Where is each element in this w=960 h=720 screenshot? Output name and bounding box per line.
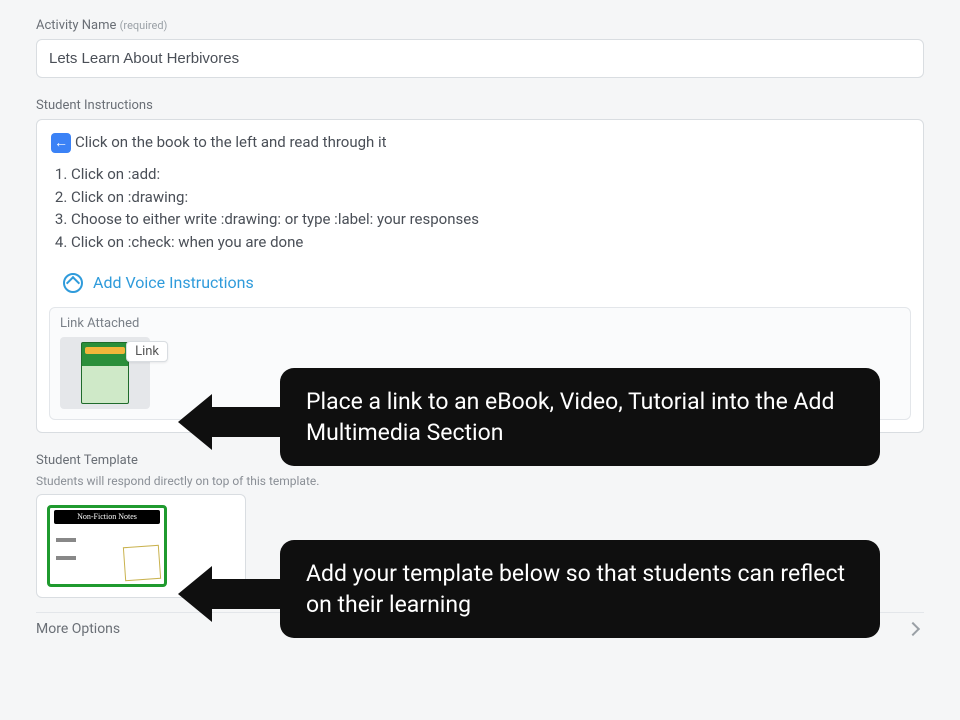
compass-icon — [63, 273, 83, 293]
template-thumbnail[interactable]: Non-Fiction Notes — [47, 505, 167, 587]
annotation-text: Place a link to an eBook, Video, Tutoria… — [306, 388, 834, 446]
attachment-thumbnail[interactable]: Link — [60, 337, 150, 409]
student-template-subtext: Students will respond directly on top of… — [36, 474, 924, 488]
activity-name-label: Activity Name (required) — [36, 18, 924, 33]
add-voice-instructions-link[interactable]: Add Voice Instructions — [93, 273, 254, 292]
student-instructions-label: Student Instructions — [36, 98, 924, 113]
link-badge: Link — [126, 341, 168, 362]
annotation-arrow — [178, 566, 282, 622]
student-instructions-label-text: Student Instructions — [36, 98, 153, 113]
instruction-step: Click on :add: — [71, 164, 909, 186]
student-template-label-text: Student Template — [36, 453, 138, 468]
annotation-callout: Place a link to an eBook, Video, Tutoria… — [280, 368, 880, 466]
instructions-lead-text: Click on the book to the left and read t… — [75, 132, 387, 154]
left-arrow-icon: ← — [51, 133, 71, 153]
annotation-text: Add your template below so that students… — [306, 560, 845, 618]
instruction-step: Click on :check: when you are done — [71, 232, 909, 254]
instructions-steps-list: Click on :add: Click on :drawing: Choose… — [51, 164, 909, 254]
activity-name-input[interactable] — [36, 39, 924, 78]
instruction-step: Choose to either write :drawing: or type… — [71, 209, 909, 231]
book-cover-icon — [81, 342, 129, 404]
activity-name-label-text: Activity Name — [36, 18, 116, 33]
template-thumb-title: Non-Fiction Notes — [54, 510, 160, 524]
link-attached-label: Link Attached — [60, 316, 900, 331]
more-options-label: More Options — [36, 621, 120, 637]
required-hint: (required) — [120, 19, 168, 32]
annotation-callout: Add your template below so that students… — [280, 540, 880, 638]
instruction-step: Click on :drawing: — [71, 187, 909, 209]
chevron-right-icon — [906, 622, 920, 636]
annotation-arrow — [178, 394, 282, 450]
